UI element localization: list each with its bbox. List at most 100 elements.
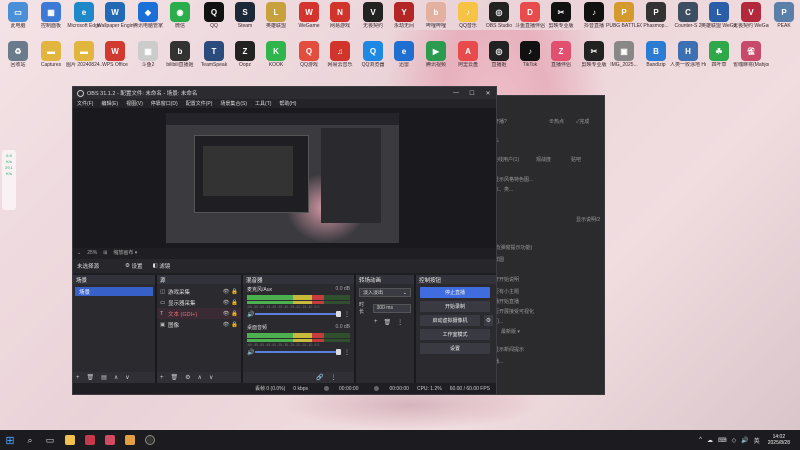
- desktop-icon[interactable]: K KOOK: [258, 40, 294, 78]
- preview-canvas[interactable]: [166, 113, 399, 243]
- task-view-icon[interactable]: ▭: [40, 430, 60, 450]
- desktop-icon[interactable]: L 英雄联盟: [258, 1, 294, 39]
- more-icon[interactable]: ⋮: [344, 311, 350, 318]
- desktop-icon[interactable]: b bilibili直播姬: [162, 40, 198, 78]
- desktop-icon[interactable]: ▦ 斗鱼2: [130, 40, 166, 78]
- desktop-icon[interactable]: ☘ 四叶草: [701, 40, 737, 78]
- menu-file[interactable]: 文件(F): [77, 100, 93, 107]
- desktop-icon[interactable]: ✂ 剪映专业版: [543, 1, 579, 39]
- volume-icon[interactable]: 🔊: [741, 437, 748, 444]
- source-item[interactable]: T 文本 (GDI+) 👁 🔒: [157, 308, 241, 319]
- ime-indicator[interactable]: 英: [754, 436, 760, 445]
- more-icon[interactable]: ⋮: [397, 319, 403, 326]
- zoom-chevron-icon[interactable]: ⌄: [77, 250, 81, 256]
- clock[interactable]: 14:02 2025/8/28: [768, 434, 790, 446]
- desktop-icon[interactable]: L英雄联盟 WeGame版: [701, 1, 737, 39]
- desktop-icon[interactable]: Y 永劫无间: [386, 1, 422, 39]
- app-red-icon[interactable]: [80, 430, 100, 450]
- desktop-icon[interactable]: b 哔哩哔哩: [418, 1, 454, 39]
- tray-expand-icon[interactable]: ^: [699, 437, 702, 443]
- desktop-icon[interactable]: B Bandizip: [638, 40, 674, 78]
- start-recording-button[interactable]: 开始录制: [420, 301, 490, 312]
- source-item[interactable]: ▣ 图像 👁 🔒: [157, 319, 241, 330]
- search-icon[interactable]: ⌕: [20, 430, 40, 450]
- transition-select[interactable]: 淡入淡出 ⌄: [359, 288, 411, 297]
- close-button[interactable]: ✕: [480, 90, 496, 97]
- background-chat-window[interactable]: 时开播?⊕热点✓完成助手连线用户(1)观战度贴吧是显示风格特色图...在本、类.…: [480, 95, 605, 395]
- desktop-icon[interactable]: ▣ IMG_2025...: [606, 40, 642, 78]
- speaker-icon[interactable]: 🔊: [247, 349, 255, 356]
- trash-icon[interactable]: 🗑: [87, 374, 95, 381]
- app-pink-icon[interactable]: [100, 430, 120, 450]
- studio-mode-button[interactable]: 工作室模式: [420, 329, 490, 340]
- down-arrow-icon[interactable]: ∨: [209, 374, 213, 381]
- visibility-lock-icons[interactable]: 👁 🔒: [223, 289, 238, 295]
- desktop-icon[interactable]: ▬ Captures: [33, 40, 69, 78]
- up-arrow-icon[interactable]: ∧: [114, 374, 118, 381]
- duration-input[interactable]: 300 ms: [372, 303, 411, 313]
- menu-tools[interactable]: 工具(T): [255, 100, 271, 107]
- desktop-icon[interactable]: ▦ 控制面板: [33, 1, 69, 39]
- desktop-icon[interactable]: e 迅雷: [386, 40, 422, 78]
- cloud-icon[interactable]: ☁: [707, 437, 713, 444]
- menu-help[interactable]: 帮助(H): [279, 100, 296, 107]
- zoom-fit-icon[interactable]: ⊞: [103, 250, 107, 256]
- minimize-button[interactable]: —: [448, 90, 464, 97]
- visibility-lock-icons[interactable]: 👁 🔒: [223, 322, 238, 328]
- filter-icon[interactable]: ▤: [101, 374, 107, 381]
- more-icon[interactable]: ⋮: [330, 374, 336, 381]
- virtual-camera-button[interactable]: 启动虚拟摄像机: [420, 315, 480, 326]
- menu-docks[interactable]: 停靠窗口(D): [151, 100, 178, 107]
- add-icon[interactable]: +: [160, 375, 164, 381]
- zoom-canvas-select[interactable]: 缩放画布 ▾: [113, 249, 137, 256]
- visibility-lock-icons[interactable]: 👁 🔒: [223, 300, 238, 306]
- menu-view[interactable]: 视图(V): [126, 100, 143, 107]
- desktop-icon[interactable]: V无畏契约 WeGame版: [733, 1, 769, 39]
- obs-window[interactable]: OBS 31.1.2 - 配置文件: 未命名 - 场景: 未命名 — ☐ ✕ 文…: [72, 86, 497, 395]
- volume-slider[interactable]: [255, 349, 341, 355]
- filters-button[interactable]: ◧ 滤镜: [153, 262, 171, 270]
- trash-icon[interactable]: 🗑: [171, 374, 179, 381]
- maximize-button[interactable]: ☐: [464, 90, 480, 97]
- properties-button[interactable]: ⚙ 设置: [125, 262, 142, 270]
- desktop-icon[interactable]: ◉ 微信: [162, 1, 198, 39]
- settings-button[interactable]: 设置: [420, 343, 490, 354]
- obs-titlebar[interactable]: OBS 31.1.2 - 配置文件: 未命名 - 场景: 未命名 — ☐ ✕: [73, 87, 496, 99]
- desktop-icon[interactable]: ♫ 网易云音乐: [322, 40, 358, 78]
- scene-item[interactable]: 场景: [75, 287, 153, 296]
- file-explorer-icon[interactable]: [60, 430, 80, 450]
- stop-streaming-button[interactable]: 停止直播: [420, 287, 490, 298]
- desktop-icon[interactable]: ▶ 腾讯视频: [418, 40, 454, 78]
- gear-icon[interactable]: ⚙: [185, 374, 190, 381]
- desktop-icon[interactable]: P PEAK: [766, 1, 800, 39]
- desktop-icon[interactable]: ◆ 腾讯电脑管家: [130, 1, 166, 39]
- volume-slider[interactable]: [255, 311, 341, 317]
- start-button[interactable]: ⊞: [0, 430, 20, 450]
- up-arrow-icon[interactable]: ∧: [198, 374, 202, 381]
- more-icon[interactable]: ⋮: [344, 349, 350, 356]
- menu-scene-collection[interactable]: 场景集合(S): [220, 100, 247, 107]
- desktop-icon[interactable]: ♻ 回收站: [0, 40, 36, 78]
- app-cat-icon[interactable]: [120, 430, 140, 450]
- menu-profile[interactable]: 配置文件(P): [186, 100, 213, 107]
- source-item[interactable]: ◫ 游戏采集 👁 🔒: [157, 286, 241, 297]
- desktop-icon[interactable]: P Phasmop...: [638, 1, 674, 39]
- speaker-icon[interactable]: 🔊: [247, 311, 255, 318]
- link-icon[interactable]: 🔗: [316, 374, 323, 381]
- desktop-icon[interactable]: Z 直播伴侣: [543, 40, 579, 78]
- menu-edit[interactable]: 编辑(E): [101, 100, 118, 107]
- desktop-icon[interactable]: 雀雀魂麻将(Mahjong...: [733, 40, 769, 78]
- obs-taskbar-icon[interactable]: [140, 430, 160, 450]
- gear-icon[interactable]: ⚙: [484, 315, 493, 326]
- trash-icon[interactable]: 🗑: [384, 319, 392, 326]
- keyboard-icon[interactable]: ⌨: [718, 437, 727, 444]
- add-icon[interactable]: +: [374, 319, 378, 326]
- source-item[interactable]: ▭ 显示器采集 👁 🔒: [157, 297, 241, 308]
- desktop-icon[interactable]: W WPS Office: [97, 40, 133, 78]
- network-icon[interactable]: ◇: [732, 437, 737, 444]
- desktop-icon[interactable]: N 网易游戏: [322, 1, 358, 39]
- desktop-icon[interactable]: ▭ 此电脑: [0, 1, 36, 39]
- add-icon[interactable]: +: [76, 375, 80, 381]
- visibility-lock-icons[interactable]: 👁 🔒: [223, 311, 238, 317]
- desktop-icon[interactable]: W Wallpaper Engine: [97, 1, 133, 39]
